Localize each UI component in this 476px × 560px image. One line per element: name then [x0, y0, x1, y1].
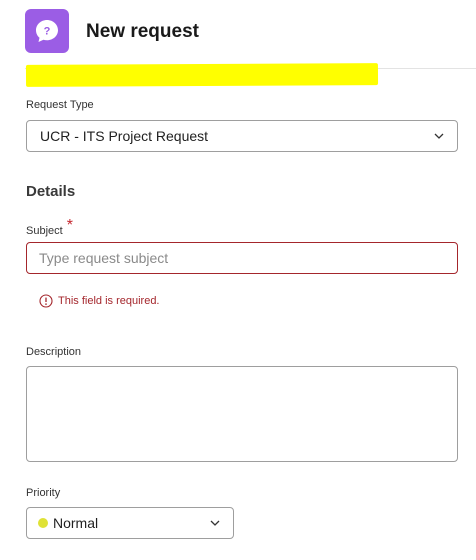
chat-question-icon: ? [36, 20, 58, 42]
request-type-value: UCR - ITS Project Request [40, 128, 209, 144]
chevron-down-icon [434, 133, 444, 139]
subject-error-text: This field is required. [58, 295, 160, 307]
chevron-down-icon [210, 520, 220, 526]
request-type-dropdown[interactable]: UCR - ITS Project Request [26, 120, 458, 152]
priority-value: Normal [53, 515, 99, 531]
highlight-redaction-mark [25, 63, 379, 87]
description-textarea[interactable] [26, 366, 458, 462]
request-type-label: Request Type [26, 99, 94, 111]
error-circle-icon [39, 294, 53, 308]
subject-label: Subject * [26, 217, 73, 239]
priority-status-dot [38, 518, 48, 528]
svg-text:?: ? [44, 26, 51, 38]
priority-dropdown[interactable]: Normal [26, 507, 234, 539]
app-icon: ? [25, 9, 69, 53]
required-marker: * [66, 217, 73, 234]
subject-error: This field is required. [39, 294, 160, 308]
page-title: New request [86, 21, 199, 42]
description-label: Description [26, 346, 82, 358]
subject-input[interactable] [26, 242, 458, 274]
priority-label: Priority [26, 487, 61, 499]
subject-label-text: Subject [26, 225, 63, 237]
details-section-title: Details [26, 183, 76, 200]
